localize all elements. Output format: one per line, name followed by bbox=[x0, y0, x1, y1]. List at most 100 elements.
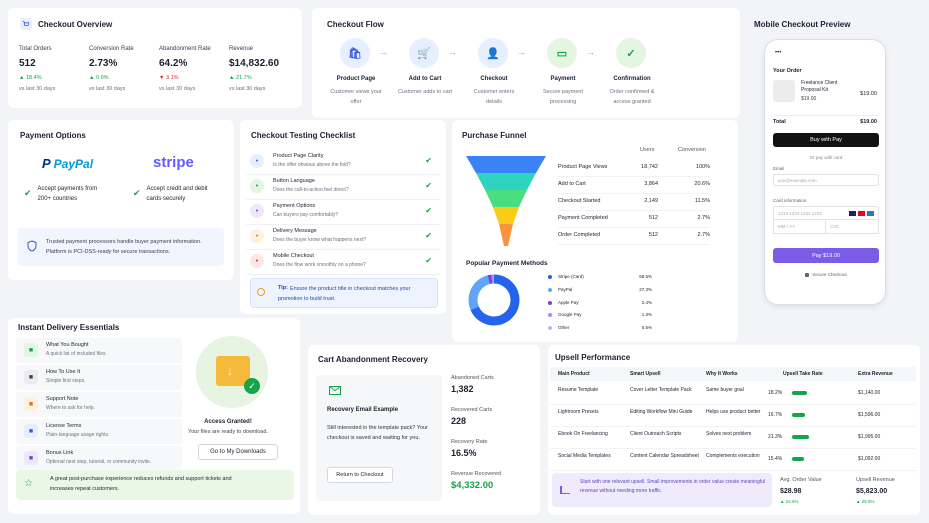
flow-step-title: Product Page bbox=[336, 76, 376, 82]
stat-delta: ▲ 0.6% bbox=[89, 75, 159, 81]
item-name: Freelance Client Proposal Kit bbox=[801, 80, 838, 93]
item-price-small: $19.00 bbox=[801, 96, 817, 102]
funnel-stage-1 bbox=[466, 156, 546, 173]
flow-step-title: Payment bbox=[550, 76, 576, 82]
upsell-cell-upsell: Client Outreach Scripts bbox=[630, 431, 682, 437]
recovery-stat-value: 16.5% bbox=[451, 448, 477, 458]
flow-step-desc: Customer enters details bbox=[473, 89, 515, 105]
upsell-cell-why: Helps use product better bbox=[706, 409, 761, 415]
card-number-placeholder: 1234 1234 1234 1234 bbox=[778, 211, 822, 216]
check-icon[interactable]: ✔ bbox=[425, 256, 432, 265]
cursor-icon: • bbox=[250, 179, 264, 193]
card-number-field[interactable]: 1234 1234 1234 1234 bbox=[773, 206, 879, 220]
stripe-logo: stripe bbox=[153, 154, 194, 171]
funnel-row-users: 512 bbox=[648, 215, 658, 221]
recovery-stat: Revenue Recovered $4,332.00 bbox=[451, 471, 535, 503]
cvc-field[interactable]: CVC bbox=[826, 220, 879, 234]
total-value: $19.00 bbox=[860, 119, 877, 125]
upsell-extra-revenue: $1,140.00 bbox=[858, 390, 881, 396]
checklist-item-desc: Can buyers pay comfortably? bbox=[273, 212, 339, 218]
delivery-footer: ☆ A great post-purchase experience reduc… bbox=[16, 470, 294, 500]
funnel-stage-4 bbox=[493, 207, 519, 224]
lock-icon bbox=[805, 272, 810, 277]
recovery-email-box: Recovery Email Example Still interested … bbox=[316, 375, 442, 501]
legend-item: PayPal 27.3% bbox=[548, 285, 652, 298]
arrow-up-icon: ▲ bbox=[89, 75, 96, 81]
flow-step: ✓ Confirmation Order confirmed & access gr… bbox=[598, 38, 666, 118]
or-pay-label: Or pay with card bbox=[809, 155, 843, 160]
upsell-take-rate: 18.2% bbox=[768, 390, 783, 396]
secure-checkout-label: Secure Checkout bbox=[812, 272, 847, 277]
access-desc: Your files are ready to download. bbox=[188, 429, 268, 435]
email-field[interactable]: you@example.com bbox=[773, 174, 879, 186]
upsell-extra-revenue: $1,092.00 bbox=[858, 456, 881, 462]
star-icon: ☆ bbox=[24, 478, 33, 489]
delivery-item-desc: Optional next step, tutorial, or communi… bbox=[46, 459, 152, 465]
upsell-revenue-delta: ▲ 29.8% bbox=[856, 499, 875, 504]
delivery-title: Instant Delivery Essentials bbox=[18, 323, 120, 332]
upsell-cell-why: Solves next problem bbox=[706, 431, 752, 437]
recovery-stat: Abandoned Carts 1,382 bbox=[451, 375, 535, 407]
funnel-row-label: Checkout Started bbox=[558, 198, 601, 204]
legend-item: Apple Pay 2.4% bbox=[548, 298, 652, 311]
funnel-graphic bbox=[466, 156, 546, 246]
checklist-item-desc: Does the buyer know what happens next? bbox=[273, 237, 367, 243]
cart-icon: 🛒 bbox=[409, 38, 439, 68]
upsell-rate-bar bbox=[792, 391, 807, 395]
tip-text: Ensure the product title in checkout mat… bbox=[278, 286, 411, 302]
payment-options-card: Payment Options P PayPal stripe ✔ Accept… bbox=[8, 120, 234, 280]
expiry-field[interactable]: MM / YY bbox=[773, 220, 826, 234]
card-label: Card information bbox=[773, 198, 807, 203]
upsell-title: Upsell Performance bbox=[555, 353, 631, 362]
legend-value: 68.5% bbox=[639, 274, 652, 279]
legend-swatch bbox=[548, 326, 552, 331]
return-to-checkout-button[interactable]: Return to Checkout bbox=[327, 467, 393, 483]
phone-icon: • bbox=[250, 254, 264, 268]
legend-value: 27.3% bbox=[639, 286, 652, 292]
check-icon[interactable]: ✔ bbox=[425, 156, 432, 165]
legend-swatch bbox=[548, 313, 552, 318]
upsell-card: Upsell Performance Main Product Smart Ups… bbox=[548, 345, 920, 515]
apple-pay-button[interactable]: Buy with Pay bbox=[773, 133, 879, 147]
stat-value: 512 bbox=[19, 58, 36, 69]
upsell-cell-upsell: Editing Workflow Mini Guide bbox=[630, 409, 693, 415]
stat-delta-value: 18.4% bbox=[25, 75, 42, 81]
delivery-item: ■ What You Bought A quick list of included… bbox=[16, 338, 182, 363]
check-icon: ✔ bbox=[24, 188, 32, 198]
methods-title: Popular Payment Methods bbox=[466, 260, 548, 267]
flow-step-title: Add to Cart bbox=[408, 76, 442, 82]
go-to-downloads-button[interactable]: Go to My Downloads bbox=[198, 444, 278, 460]
arrow-right-icon: → bbox=[448, 47, 457, 57]
legend-item: Google Pay 1.3% bbox=[548, 310, 652, 323]
email-label: Email bbox=[773, 166, 785, 171]
stat-label: Total Orders bbox=[19, 46, 52, 52]
upsell-header-cell: Main Product bbox=[558, 371, 590, 377]
arrow-up-icon: ▲ bbox=[19, 75, 26, 81]
delivery-item-desc: Where to ask for help. bbox=[46, 405, 95, 411]
download-illustration: ↓ ✓ bbox=[196, 336, 268, 408]
flow-step-desc: Secure payment processing bbox=[542, 89, 584, 105]
payment-methods-donut bbox=[468, 274, 520, 326]
checklist-item-title: Button Language bbox=[273, 178, 315, 184]
funnel-row: Add to Cart 3,864 20.6% bbox=[558, 177, 710, 194]
stat-sub: vs last 30 days bbox=[229, 86, 266, 92]
check-icon[interactable]: ✔ bbox=[425, 206, 432, 215]
check-icon[interactable]: ✔ bbox=[425, 231, 432, 240]
upsell-take-rate: 16.7% bbox=[768, 412, 783, 418]
check-icon[interactable]: ✔ bbox=[425, 181, 432, 190]
funnel-row-label: Product Page Views bbox=[558, 164, 608, 170]
user-icon: 👤 bbox=[478, 38, 508, 68]
delivery-item: ■ License Terms Plain-language usage right… bbox=[16, 419, 182, 444]
stat-delta-value: 0.6% bbox=[95, 75, 109, 81]
upsell-header-cell: Extra Revenue bbox=[858, 371, 893, 377]
recovery-stat: Recovery Rate 16.5% bbox=[451, 439, 535, 471]
upsell-footer-text: Start with one relevant upsell. Small im… bbox=[580, 479, 766, 494]
flow-step-title: Confirmation bbox=[613, 76, 651, 82]
pay-button[interactable]: Pay $19.00 bbox=[773, 248, 879, 263]
paypal-desc: Accept payments from 200+ countries bbox=[37, 186, 98, 202]
product-thumbnail bbox=[773, 80, 795, 102]
recovery-stat-label: Abandoned Carts bbox=[451, 375, 494, 381]
legend-swatch bbox=[548, 275, 552, 279]
check-icon: ✔ bbox=[133, 188, 141, 198]
stat-delta-value: 21.7% bbox=[235, 75, 252, 81]
